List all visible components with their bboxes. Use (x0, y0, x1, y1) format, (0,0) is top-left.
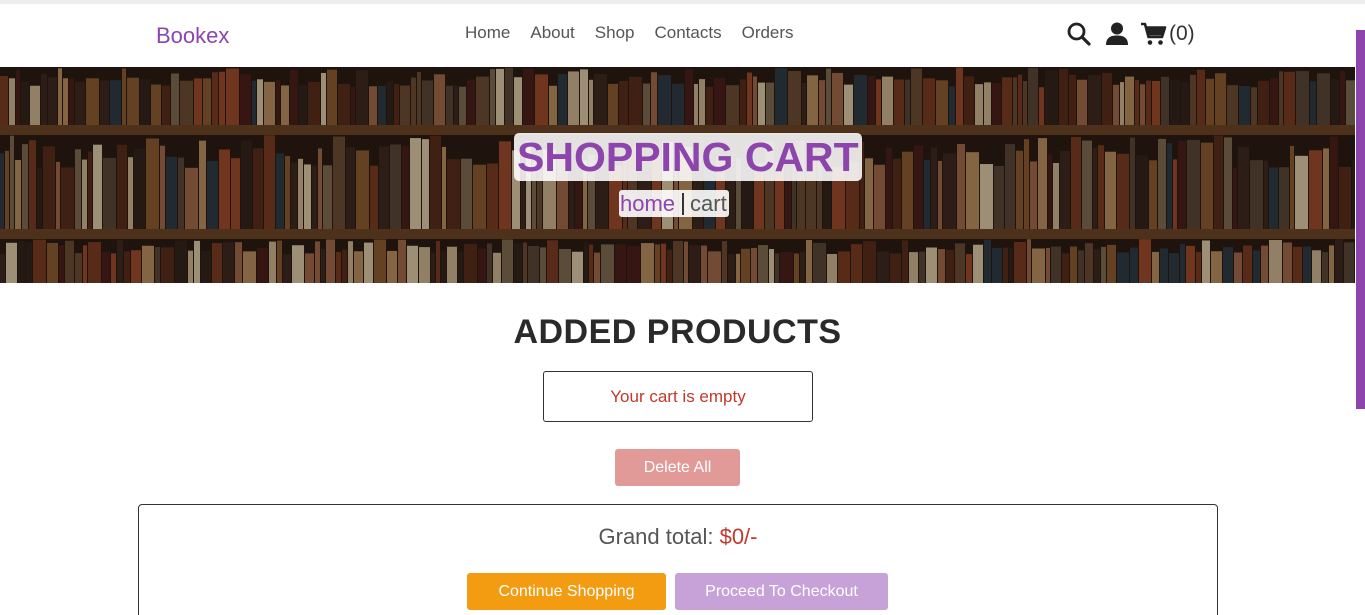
cart-link[interactable]: (0) (1140, 21, 1195, 47)
breadcrumb: home cart (619, 190, 729, 217)
breadcrumb-home-link[interactable]: home (619, 191, 676, 217)
proceed-to-checkout-button[interactable]: Proceed To Checkout (675, 573, 888, 610)
user-icon[interactable] (1104, 21, 1130, 47)
nav-orders[interactable]: Orders (742, 23, 794, 43)
nav-shop[interactable]: Shop (595, 23, 635, 43)
grand-total: Grand total: $0/- (139, 524, 1217, 550)
navbar: Bookex Home About Shop Contacts Orders (… (0, 4, 1355, 67)
breadcrumb-separator (682, 192, 685, 215)
cart-total-box: Grand total: $0/- Continue Shopping Proc… (138, 504, 1218, 615)
nav-contacts[interactable]: Contacts (655, 23, 722, 43)
search-icon[interactable] (1066, 21, 1092, 47)
grand-total-label: Grand total: (598, 524, 714, 549)
continue-shopping-button[interactable]: Continue Shopping (467, 573, 666, 610)
empty-cart-text: Your cart is empty (610, 386, 746, 406)
hero-banner: SHOPPING CART home cart (0, 67, 1355, 283)
section-title: ADDED PRODUCTS (513, 313, 842, 351)
nav-about[interactable]: About (530, 23, 574, 43)
nav-home[interactable]: Home (465, 23, 510, 43)
page-title: SHOPPING CART (514, 133, 862, 181)
delete-all-button[interactable]: Delete All (615, 449, 740, 486)
cart-icon (1140, 21, 1167, 47)
breadcrumb-current: cart (690, 190, 727, 216)
empty-cart-message: Your cart is empty (543, 371, 813, 422)
scrollbar-thumb[interactable] (1356, 30, 1365, 409)
cart-count: (0) (1169, 22, 1195, 45)
main-nav: Home About Shop Contacts Orders (465, 23, 794, 43)
logo[interactable]: Bookex (156, 23, 229, 49)
grand-total-amount: $0/- (719, 524, 758, 549)
header-icons: (0) (1066, 21, 1195, 47)
